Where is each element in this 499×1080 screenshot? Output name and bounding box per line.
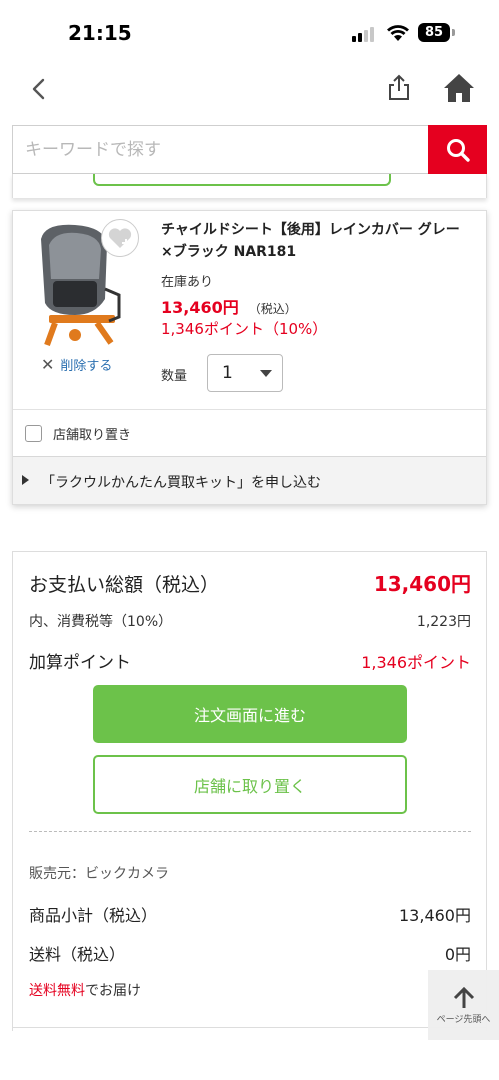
subtotal-row: 商品小計（税込） 13,460円 <box>29 902 471 926</box>
divider <box>29 831 471 832</box>
wifi-icon <box>387 25 409 41</box>
tax-label: 内、消費税等（10%） <box>29 614 173 630</box>
favorite-heart-icon <box>108 228 132 248</box>
tax-included-note: （税込） <box>248 302 297 316</box>
stock-status: 在庫あり <box>161 275 214 290</box>
page-top-button[interactable]: ページ先頭へ <box>428 970 499 1040</box>
quantity-select[interactable]: 1 <box>207 354 283 392</box>
search-input[interactable] <box>13 126 429 173</box>
status-bar: 21:15 85 <box>0 0 499 64</box>
free-shipping-suffix: でお届け <box>85 983 141 999</box>
total-value: 13,460円 <box>373 572 471 596</box>
cellular-signal-icon <box>352 27 374 42</box>
search-icon <box>446 138 470 162</box>
free-shipping-note: 送料無料でお届け <box>29 980 141 1000</box>
back-arrow-icon[interactable] <box>24 74 54 104</box>
points-label: 加算ポイント <box>29 653 131 673</box>
product-name[interactable]: チャイルドシート【後用】レインカバー グレー×ブラック NAR181 <box>161 219 471 263</box>
store-pickup-label: 店舗取り置き <box>53 428 132 443</box>
payment-summary: お支払い総額（税込） 13,460円 内、消費税等（10%） 1,223円 加算… <box>12 551 487 1031</box>
battery-icon <box>452 29 455 36</box>
quantity-label: 数量 <box>161 369 188 384</box>
previous-button-edge[interactable] <box>93 174 391 186</box>
points-value: 1,346ポイント <box>361 653 471 672</box>
cart-item-card: チャイルドシート【後用】レインカバー グレー×ブラック NAR181 在庫あり … <box>12 210 487 505</box>
delete-item-button[interactable]: ✕ 削除する <box>41 355 112 374</box>
seller-label: 販売元：ビックカメラ <box>29 866 169 882</box>
price-value: 13,460円 <box>161 298 239 317</box>
shipping-row: 送料（税込） 0円 <box>29 941 471 965</box>
expand-triangle-icon <box>22 475 29 485</box>
arrow-up-icon <box>453 986 474 1008</box>
search-button[interactable] <box>428 125 487 174</box>
points-row: 加算ポイント 1,346ポイント <box>29 648 471 673</box>
proceed-to-order-button[interactable]: 注文画面に進む <box>93 685 407 743</box>
buyback-kit-row[interactable]: 「ラクウルかんたん買取キット」を申し込む <box>13 456 486 504</box>
share-icon[interactable] <box>384 73 414 103</box>
favorite-button[interactable] <box>101 219 139 257</box>
shipping-value: 0円 <box>444 945 471 964</box>
summary-bottom-border <box>12 1027 487 1028</box>
shipping-label: 送料（税込） <box>29 945 126 964</box>
chevron-down-icon <box>260 370 272 377</box>
page-top-label: ページ先頭へ <box>436 1014 491 1025</box>
tax-value: 1,223円 <box>416 614 471 630</box>
status-time: 21:15 <box>68 21 132 45</box>
home-icon[interactable] <box>442 72 476 104</box>
store-pickup-checkbox[interactable] <box>25 425 42 442</box>
buyback-kit-label: 「ラクウルかんたん買取キット」を申し込む <box>41 475 321 491</box>
product-price: 13,460円 （税込） <box>161 294 297 318</box>
free-shipping-text: 送料無料 <box>29 983 85 999</box>
total-row: お支払い総額（税込） 13,460円 <box>29 568 471 597</box>
previous-card-edge <box>12 174 487 198</box>
product-points: 1,346ポイント（10%） <box>161 320 328 338</box>
subtotal-value: 13,460円 <box>399 906 471 925</box>
navigation-bar <box>0 64 499 114</box>
battery-level: 85 <box>418 23 450 42</box>
total-label: お支払い総額（税込） <box>29 574 220 596</box>
search-bar <box>12 125 487 174</box>
tax-row: 内、消費税等（10%） 1,223円 <box>29 611 471 631</box>
reserve-at-store-button[interactable]: 店舗に取り置く <box>93 755 407 814</box>
subtotal-label: 商品小計（税込） <box>29 906 158 925</box>
quantity-value: 1 <box>222 363 233 383</box>
store-pickup-row[interactable]: 店舗取り置き <box>13 409 486 455</box>
delete-label: 削除する <box>60 359 113 374</box>
close-icon: ✕ <box>41 355 55 374</box>
